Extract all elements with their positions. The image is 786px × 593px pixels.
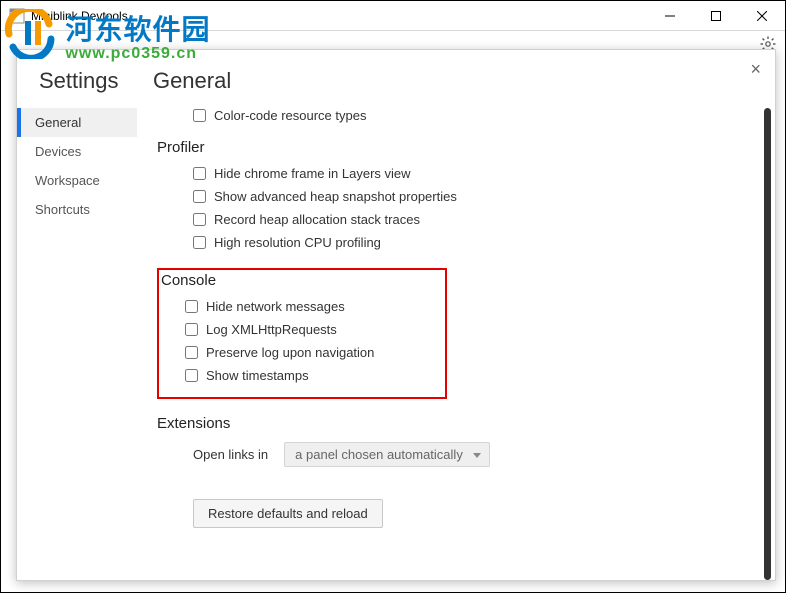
settings-close-icon[interactable]: × — [750, 60, 761, 78]
option-profiler-0: Hide chrome frame in Layers view — [193, 166, 745, 181]
checkbox-console-0[interactable] — [185, 300, 198, 313]
label-profiler-3: High resolution CPU profiling — [214, 235, 381, 250]
checkbox-profiler-3[interactable] — [193, 236, 206, 249]
nav-item-shortcuts[interactable]: Shortcuts — [17, 195, 137, 224]
app-body: Settings General × General Devices Works… — [2, 31, 784, 591]
settings-title: Settings — [39, 68, 119, 94]
settings-panel: Settings General × General Devices Works… — [16, 49, 776, 581]
option-profiler-3: High resolution CPU profiling — [193, 235, 745, 250]
option-console-3: Show timestamps — [185, 368, 435, 383]
window-controls — [647, 1, 785, 31]
open-links-select[interactable]: a panel chosen automatically — [284, 442, 490, 467]
settings-subtitle: General — [153, 68, 231, 94]
settings-main: Color-code resource types Profiler Hide … — [137, 108, 775, 580]
window-title: Miniblink Devtools — [31, 9, 128, 23]
label-console-0: Hide network messages — [206, 299, 345, 314]
checkbox-console-1[interactable] — [185, 323, 198, 336]
label-console-2: Preserve log upon navigation — [206, 345, 374, 360]
nav-item-general[interactable]: General — [17, 108, 137, 137]
app-icon — [9, 8, 25, 24]
label-profiler-2: Record heap allocation stack traces — [214, 212, 420, 227]
option-profiler-1: Show advanced heap snapshot properties — [193, 189, 745, 204]
label-profiler-1: Show advanced heap snapshot properties — [214, 189, 457, 204]
window-frame: Miniblink Devtools 河东软件园 www.pc035 — [0, 0, 786, 593]
extensions-open-links-row: Open links in a panel chosen automatical… — [193, 442, 745, 467]
scrollbar[interactable] — [764, 108, 771, 580]
option-console-2: Preserve log upon navigation — [185, 345, 435, 360]
checkbox-color-code[interactable] — [193, 109, 206, 122]
settings-nav: General Devices Workspace Shortcuts — [17, 108, 137, 580]
label-color-code: Color-code resource types — [214, 108, 366, 123]
checkbox-profiler-0[interactable] — [193, 167, 206, 180]
titlebar[interactable]: Miniblink Devtools — [1, 1, 785, 31]
settings-header: Settings General × — [17, 50, 775, 106]
highlight-console-box: Console Hide network messages Log XMLHtt… — [157, 268, 447, 399]
checkbox-console-3[interactable] — [185, 369, 198, 382]
checkbox-console-2[interactable] — [185, 346, 198, 359]
option-console-1: Log XMLHttpRequests — [185, 322, 435, 337]
option-color-code: Color-code resource types — [193, 108, 745, 123]
section-console-title: Console — [161, 270, 435, 289]
label-console-1: Log XMLHttpRequests — [206, 322, 337, 337]
open-links-label: Open links in — [193, 447, 268, 462]
close-button[interactable] — [739, 1, 785, 31]
restore-defaults-button[interactable]: Restore defaults and reload — [193, 499, 383, 528]
section-profiler-title: Profiler — [157, 139, 745, 156]
minimize-button[interactable] — [647, 1, 693, 31]
label-profiler-0: Hide chrome frame in Layers view — [214, 166, 411, 181]
maximize-button[interactable] — [693, 1, 739, 31]
checkbox-profiler-1[interactable] — [193, 190, 206, 203]
nav-item-workspace[interactable]: Workspace — [17, 166, 137, 195]
checkbox-profiler-2[interactable] — [193, 213, 206, 226]
option-console-0: Hide network messages — [185, 299, 435, 314]
section-extensions-title: Extensions — [157, 415, 745, 432]
option-profiler-2: Record heap allocation stack traces — [193, 212, 745, 227]
nav-item-devices[interactable]: Devices — [17, 137, 137, 166]
label-console-3: Show timestamps — [206, 368, 309, 383]
